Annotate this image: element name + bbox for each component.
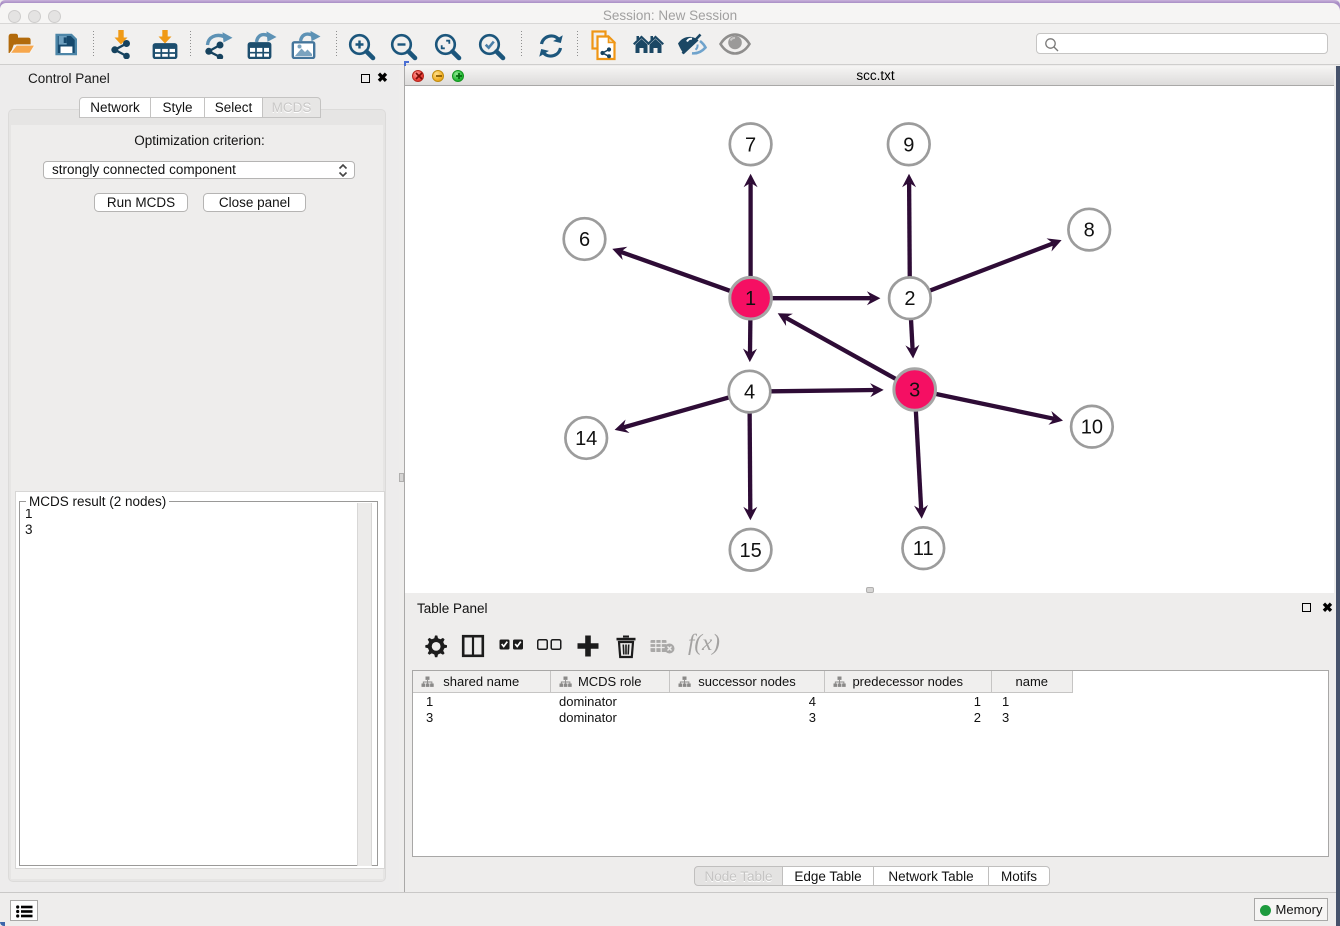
svg-text:2: 2	[904, 288, 915, 310]
svg-text:14: 14	[575, 428, 597, 450]
svg-text:6: 6	[579, 229, 590, 251]
svg-text:10: 10	[1081, 417, 1103, 439]
svg-text:15: 15	[739, 540, 761, 562]
svg-text:8: 8	[1084, 220, 1095, 242]
svg-text:7: 7	[745, 134, 756, 156]
svg-text:9: 9	[903, 134, 914, 156]
svg-text:3: 3	[909, 380, 920, 402]
svg-text:1: 1	[745, 288, 756, 310]
svg-text:4: 4	[744, 382, 755, 404]
svg-text:11: 11	[913, 538, 934, 560]
